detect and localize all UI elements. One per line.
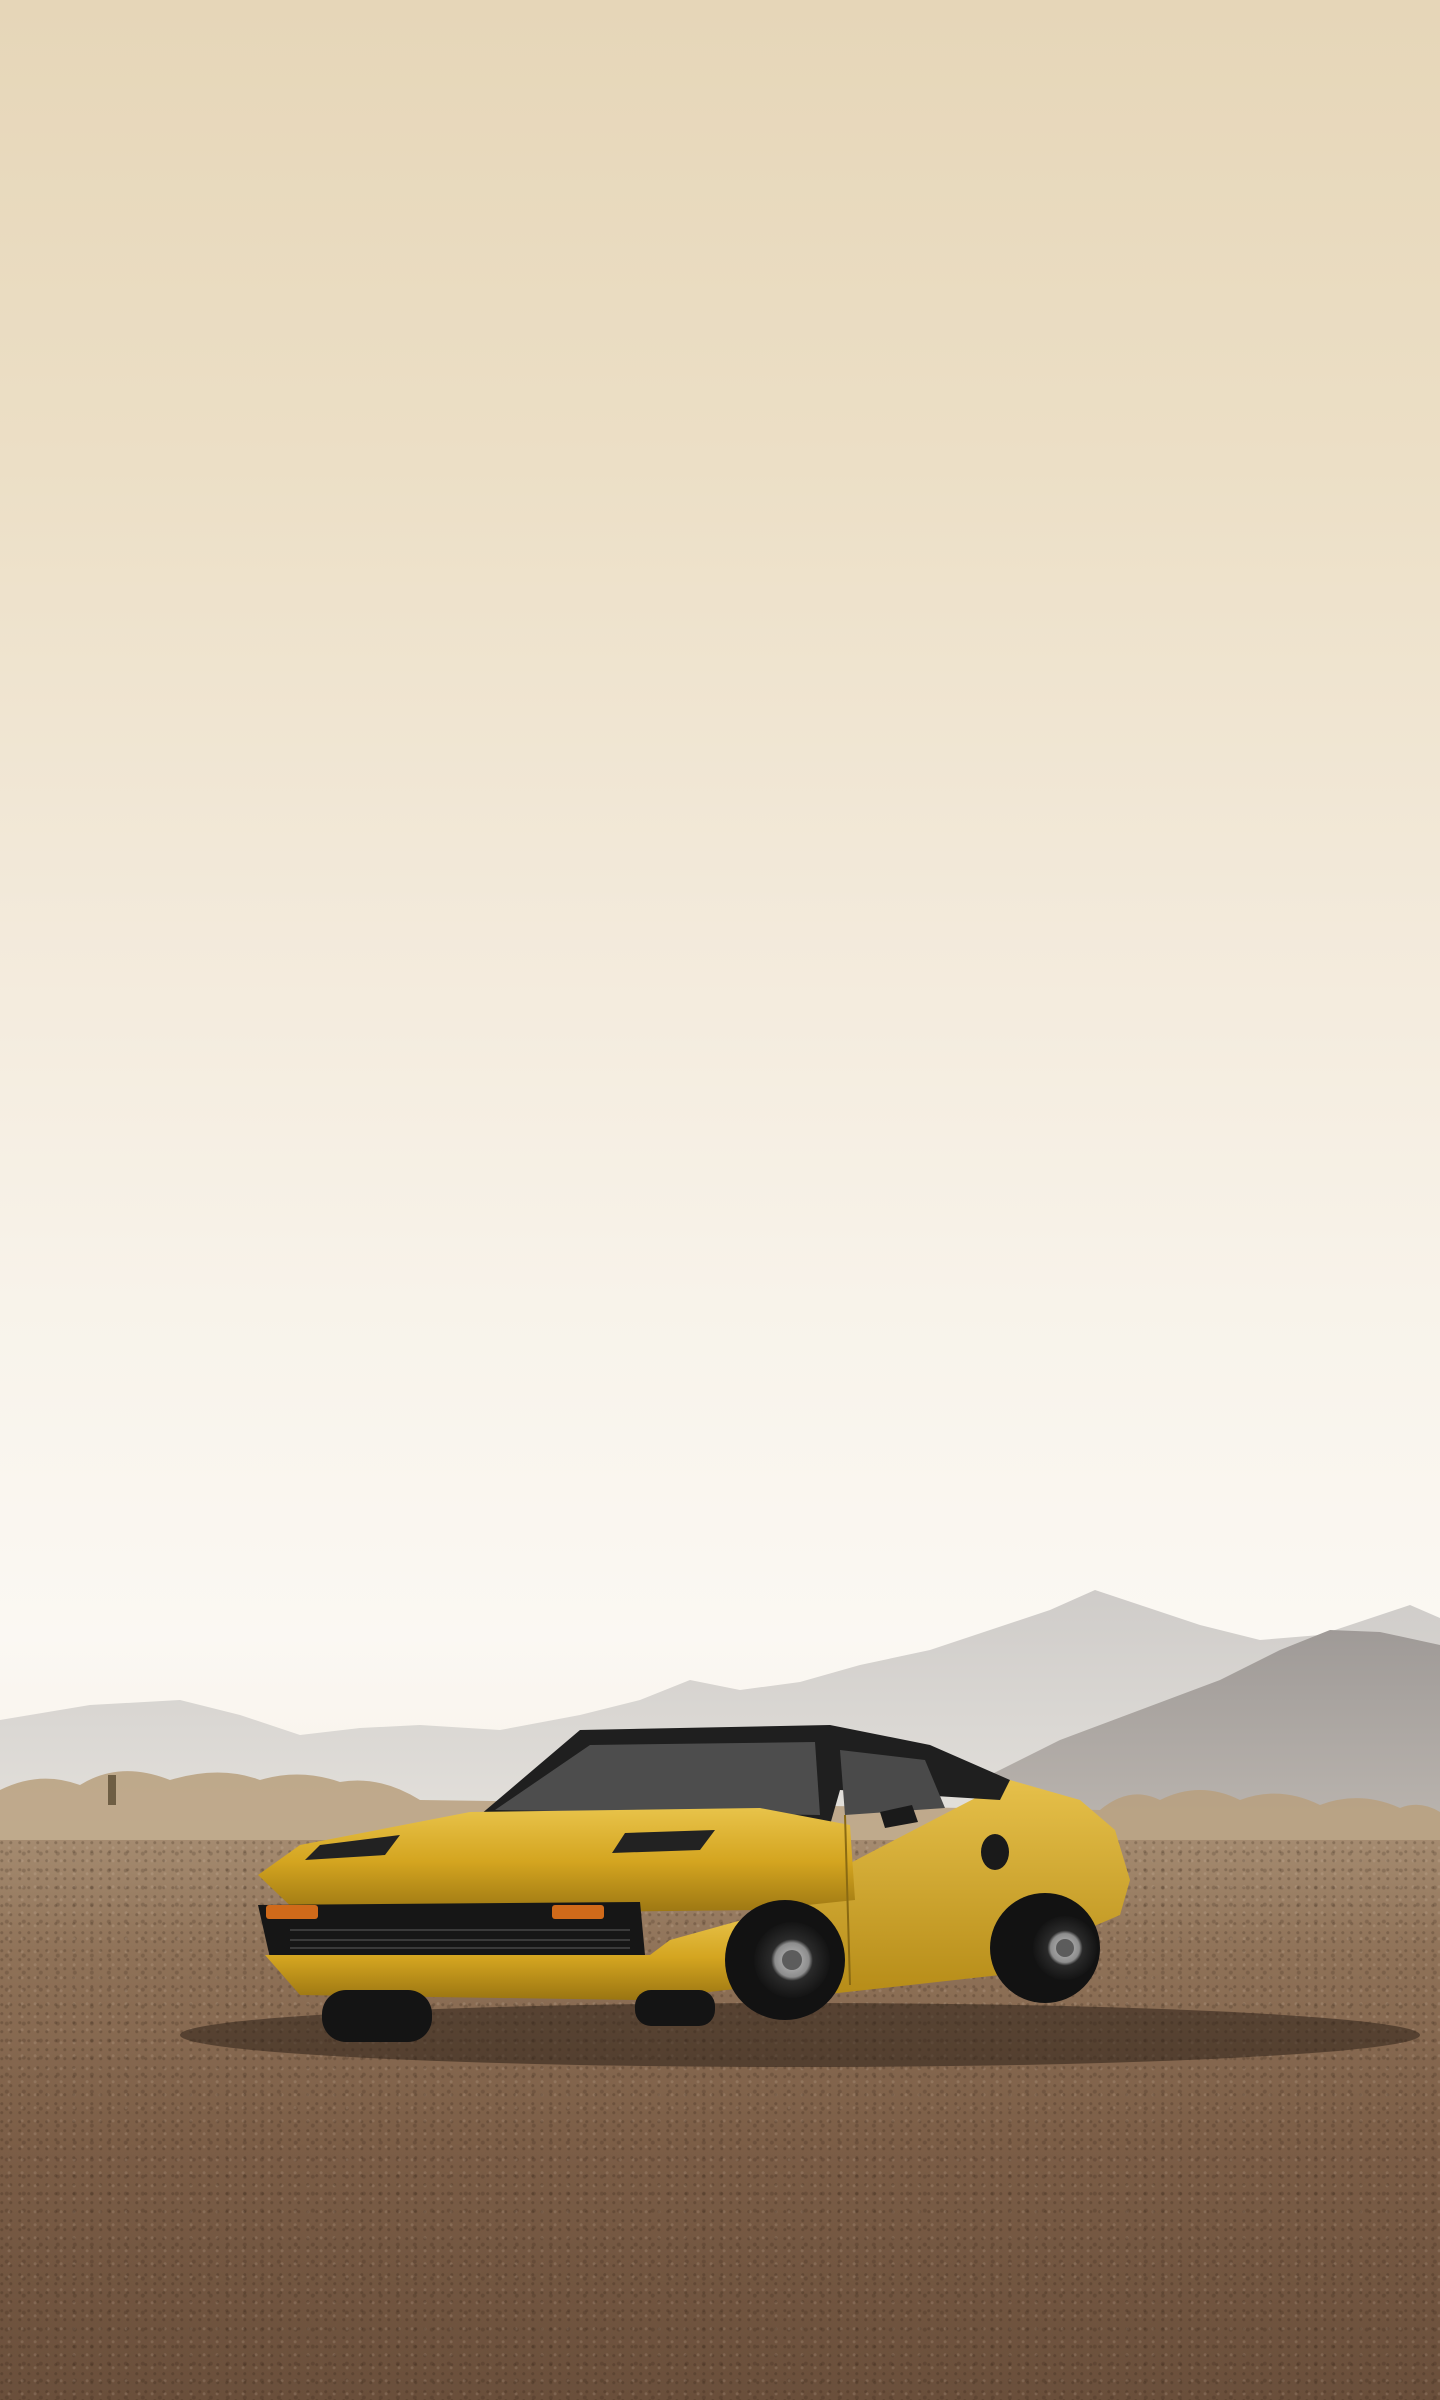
- front-left-wheel: [322, 1990, 432, 2042]
- turn-signal-left: [266, 1905, 318, 1919]
- rear-left-wheel: [635, 1990, 715, 2026]
- windshield: [495, 1742, 820, 1815]
- car-hood: [258, 1808, 855, 1915]
- front-wheel: [725, 1900, 845, 2020]
- car-illustration: [180, 1725, 1420, 2067]
- rear-wheel: [990, 1893, 1100, 2003]
- side-intake: [981, 1834, 1009, 1870]
- photo-scene: [0, 0, 1440, 2400]
- hood-vent-right: [612, 1830, 715, 1853]
- turn-signal-right: [552, 1905, 604, 1919]
